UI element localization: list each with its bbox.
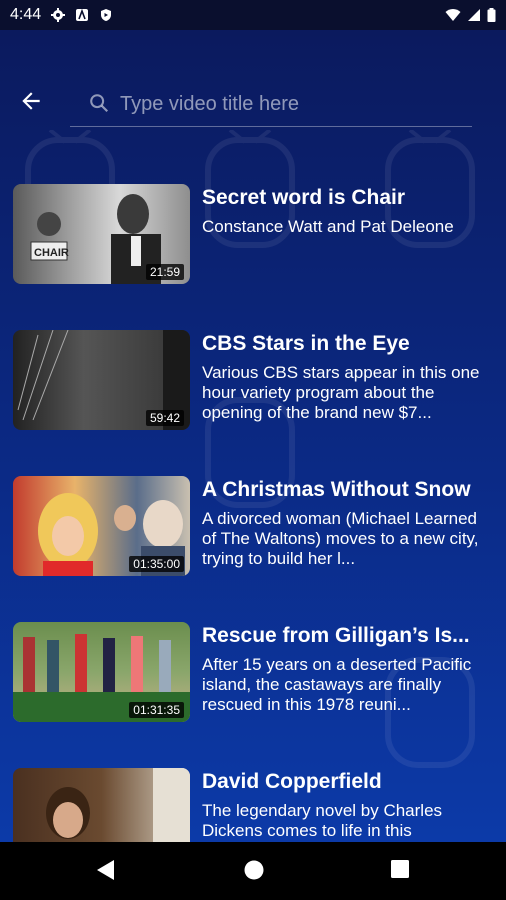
recents-square-icon[interactable] [390, 859, 410, 879]
gear-icon [51, 8, 66, 22]
video-description: After 15 years on a deserted Pacific isl… [202, 655, 472, 714]
video-thumbnail[interactable]: 59:42 [13, 330, 190, 430]
video-title: A Christmas Without Snow [202, 478, 471, 501]
video-item-rescue-gilligans-island[interactable]: 01:31:35 Rescue from Gilligan’s Is... Af… [0, 622, 506, 726]
video-item-cbs-stars[interactable]: 59:42 CBS Stars in the Eye Various CBS s… [0, 330, 506, 434]
video-thumbnail[interactable]: 01:35:00 [13, 476, 190, 576]
status-time: 4:44 [10, 6, 42, 23]
video-item-david-copperfield[interactable]: David Copperfield The legendary novel by… [0, 768, 506, 842]
duration-label: 01:35:00 [129, 556, 184, 572]
video-description: A divorced woman (Michael Learned of The… [202, 509, 479, 568]
shield-icon [101, 9, 112, 21]
video-thumbnail[interactable] [13, 768, 190, 842]
video-description: Constance Watt and Pat Deleone [202, 217, 454, 236]
video-description: Various CBS stars appear in this one hou… [202, 363, 480, 422]
back-triangle-icon[interactable] [96, 859, 116, 881]
thumbnail-image [46, 768, 190, 842]
battery-icon [487, 8, 496, 22]
duration-label: 59:42 [145, 410, 184, 426]
video-title: Rescue from Gilligan’s Is... [202, 624, 470, 647]
a-icon [76, 8, 89, 21]
app-content: CHAIR 21:59 Secret word is Chair Constan… [0, 30, 506, 842]
video-description: The legendary novel by Charles Dickens c… [202, 801, 443, 840]
video-item-christmas-without-snow[interactable]: 01:35:00 A Christmas Without Snow A divo… [0, 476, 506, 580]
svg-text:CHAIR: CHAIR [34, 247, 69, 259]
search-field[interactable] [70, 80, 472, 127]
duration-label: 21:59 [145, 264, 184, 280]
signal-icon [468, 9, 480, 21]
video-thumbnail[interactable]: CHAIR 21:59 [13, 184, 190, 284]
video-title: Secret word is Chair [202, 186, 406, 209]
video-title: David Copperfield [202, 770, 382, 793]
home-circle-icon[interactable] [243, 859, 265, 881]
video-thumbnail[interactable]: 01:31:35 [13, 622, 190, 722]
duration-label: 01:31:35 [129, 702, 184, 718]
status-bar: 4:44 [0, 0, 506, 30]
search-input[interactable] [118, 86, 462, 122]
wifi-icon [445, 9, 461, 21]
navigation-bar [0, 842, 506, 900]
search-bar [0, 80, 506, 140]
back-arrow-icon[interactable] [18, 88, 44, 114]
video-item-secret-word[interactable]: CHAIR 21:59 Secret word is Chair Constan… [0, 184, 506, 288]
video-title: CBS Stars in the Eye [202, 332, 410, 355]
search-icon [90, 94, 109, 113]
